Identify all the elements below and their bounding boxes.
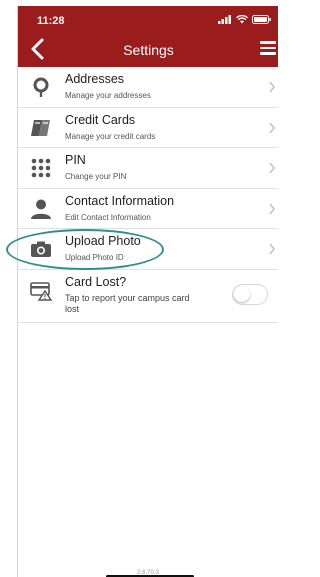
battery-icon	[252, 15, 271, 24]
person-icon	[31, 199, 51, 219]
settings-item-label: Card Lost?	[65, 274, 127, 289]
settings-item-label: Addresses	[65, 72, 125, 86]
settings-item-card-lost[interactable]: Card Lost? Tap to report your campus car…	[18, 270, 278, 323]
chevron-right-icon	[269, 203, 275, 214]
credit-cards-icon	[31, 119, 50, 136]
keypad-icon	[31, 158, 51, 178]
map-pin-icon	[33, 77, 49, 97]
card-warning-icon	[30, 281, 52, 301]
settings-item-sub: Manage your credit cards	[65, 131, 156, 141]
status-time: 11:28	[37, 15, 65, 27]
settings-item-label: Contact Information	[65, 193, 175, 208]
toggle-knob	[234, 285, 250, 302]
status-icons	[218, 15, 272, 24]
nav-bar: Settings	[18, 30, 278, 67]
status-bar: 11:28	[18, 6, 278, 30]
settings-item-pin[interactable]: PIN Change your PIN	[18, 148, 278, 189]
menu-icon[interactable]	[260, 41, 276, 55]
settings-item-sub: Change your PIN	[65, 172, 127, 181]
chevron-right-icon	[269, 243, 275, 255]
chevron-right-icon	[269, 162, 275, 174]
wifi-icon	[236, 15, 248, 24]
settings-item-credit-cards[interactable]: Credit Cards Manage your credit cards	[18, 108, 278, 148]
settings-item-contact-information[interactable]: Contact Information Edit Contact Informa…	[18, 189, 278, 229]
settings-item-addresses[interactable]: Addresses Manage your addresses	[18, 67, 278, 108]
settings-item-sub: Manage your addresses	[65, 91, 151, 100]
card-lost-toggle[interactable]	[232, 283, 268, 305]
phone-screen: 11:28 Settings Addresses Manage your add…	[17, 6, 278, 577]
settings-list: Addresses Manage your addresses Credit C…	[18, 67, 278, 323]
settings-item-label: PIN	[65, 153, 86, 167]
signal-icon	[218, 15, 231, 24]
chevron-right-icon	[269, 81, 275, 93]
settings-item-label: Credit Cards	[65, 112, 136, 127]
settings-item-sub: Tap to report your campus card lost	[65, 292, 190, 314]
page-title: Settings	[123, 42, 174, 58]
settings-item-sub: Edit Contact Information	[65, 212, 151, 222]
chevron-right-icon	[269, 122, 275, 133]
top-bar: 11:28 Settings	[18, 6, 278, 67]
highlight-ellipse	[6, 229, 164, 270]
